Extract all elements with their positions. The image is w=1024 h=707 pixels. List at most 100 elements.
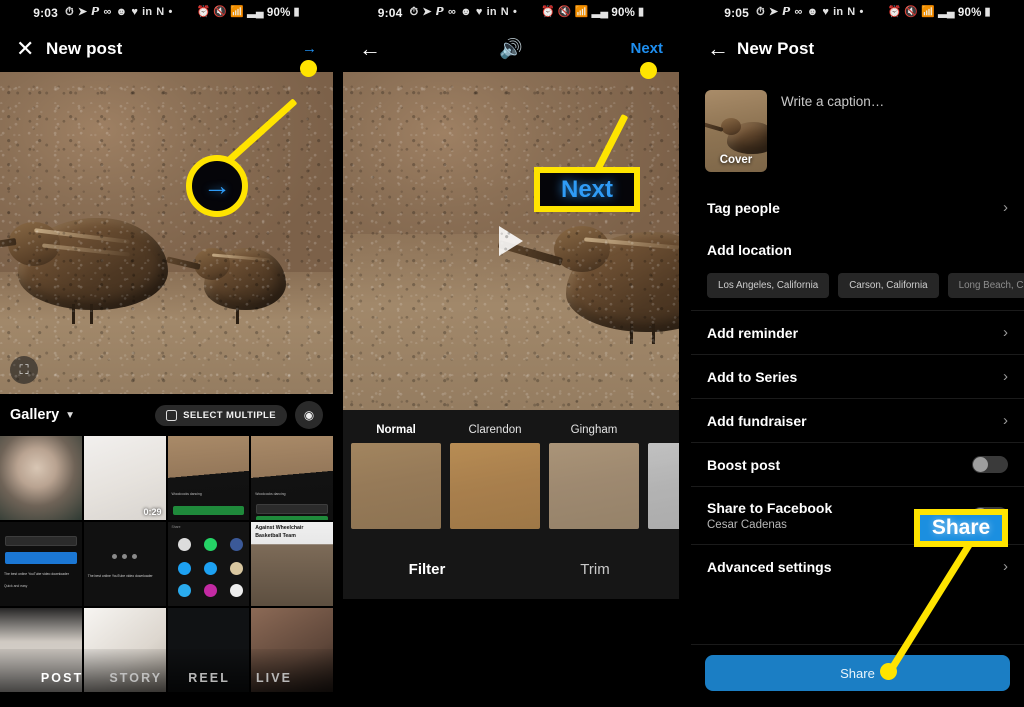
- filter-strip: Normal Clarendon Gingham Moon Filter: [343, 410, 679, 599]
- alarm-clock-icon: ⏰: [541, 7, 555, 18]
- expand-icon[interactable]: ⛶: [10, 356, 38, 384]
- tab-trim[interactable]: Trim: [511, 561, 679, 578]
- mode-tab-live[interactable]: LIVE: [256, 671, 292, 685]
- chevron-right-icon: ›: [1003, 412, 1008, 429]
- location-chip[interactable]: Carson, California: [838, 273, 938, 298]
- gallery-thumb[interactable]: The best online YouTube video downloader…: [0, 522, 82, 606]
- filter-preview: [648, 443, 679, 529]
- compose-form: Cover Write a caption… Tag people › Add …: [691, 72, 1024, 588]
- filter-preview: [351, 443, 441, 529]
- gallery-thumb[interactable]: Woodcocks dancing: [168, 436, 250, 520]
- gallery-thumb[interactable]: The best online YouTube video downloader: [84, 522, 166, 606]
- tab-filter[interactable]: Filter: [343, 561, 511, 578]
- mode-tab-post[interactable]: POST: [41, 671, 83, 685]
- mute-icon: 🔇: [558, 7, 572, 18]
- mode-tab-story[interactable]: STORY: [109, 671, 162, 685]
- gallery-bar: Gallery ▼ SELECT MULTIPLE ◉: [0, 394, 333, 436]
- row-boost-post[interactable]: Boost post: [691, 442, 1024, 486]
- netflix-icon: N: [847, 7, 855, 18]
- share-to-facebook-toggle[interactable]: [972, 507, 1008, 524]
- cover-thumbnail[interactable]: Cover: [705, 90, 767, 172]
- video-preview[interactable]: [343, 72, 679, 410]
- bird-chick: [182, 234, 292, 326]
- multi-select-icon: [166, 410, 177, 421]
- page-title: New post: [46, 39, 122, 59]
- wifi-icon: 📶: [921, 7, 935, 18]
- filter-preview: [549, 443, 639, 529]
- selected-media-preview[interactable]: ⛶: [0, 72, 333, 394]
- camera-icon[interactable]: ◉: [295, 401, 323, 429]
- filter-option[interactable]: Gingham: [549, 424, 639, 529]
- battery-percent: 90%: [958, 7, 982, 19]
- gallery-thumb[interactable]: Share: [168, 522, 250, 606]
- row-share-to-facebook[interactable]: Share to Facebook Cesar Cadenas: [691, 486, 1024, 544]
- row-sublabel: Cesar Cadenas: [707, 519, 832, 531]
- arrow-back-icon[interactable]: ←: [707, 38, 737, 60]
- select-multiple-button[interactable]: SELECT MULTIPLE: [155, 405, 287, 426]
- share-button[interactable]: Share: [705, 655, 1010, 691]
- filter-label: Clarendon: [450, 424, 540, 436]
- row-add-fundraiser[interactable]: Add fundraiser ›: [691, 398, 1024, 442]
- netflix-icon: N: [156, 7, 164, 18]
- chevron-right-icon: ›: [1003, 199, 1008, 216]
- status-time: 9:04: [378, 6, 403, 20]
- gallery-thumb[interactable]: 0:29: [84, 436, 166, 520]
- mode-tab-reel[interactable]: REEL: [188, 671, 230, 685]
- location-chip[interactable]: Long Beach, California: [948, 273, 1024, 298]
- heart-icon: ♥: [476, 7, 483, 18]
- chain-icon: ∞: [448, 7, 456, 18]
- tutorial-screenshot: 9:03 ⏱ ➤ 𝙋 ∞ ☻ ♥ in N • ⏰ 🔇 📶 ▂▄ 90% ▮: [0, 0, 1024, 707]
- battery-icon: ▮: [985, 7, 991, 18]
- cover-label: Cover: [705, 154, 767, 166]
- panel-compose-post: 9:05 ⏱ ➤ 𝙋 ∞ ☻ ♥ in N • ⏰ 🔇 📶 ▂▄ 90% ▮: [691, 0, 1024, 707]
- row-add-reminder[interactable]: Add reminder ›: [691, 310, 1024, 354]
- caption-row[interactable]: Cover Write a caption…: [691, 78, 1024, 186]
- editor-tool-tabs: Filter Trim: [343, 539, 679, 599]
- speaker-icon[interactable]: 🔊: [499, 37, 523, 61]
- gallery-thumb[interactable]: [0, 436, 82, 520]
- play-icon[interactable]: [499, 226, 523, 256]
- filter-preview: [450, 443, 540, 529]
- bird-adult: [8, 200, 178, 320]
- mute-icon: 🔇: [213, 7, 227, 18]
- row-label: Advanced settings: [707, 559, 831, 575]
- row-add-to-series[interactable]: Add to Series ›: [691, 354, 1024, 398]
- account-icon: ☻: [460, 7, 472, 18]
- row-advanced-settings[interactable]: Advanced settings ›: [691, 544, 1024, 588]
- gallery-selector[interactable]: Gallery ▼: [10, 407, 75, 423]
- arrow-right-icon[interactable]: →: [302, 41, 317, 56]
- status-notification-icons: ⏱ ➤ 𝙋 ∞ ☻ ♥ in N •: [756, 7, 863, 18]
- status-system-icons: ⏰ 🔇 📶 ▂▄ 90% ▮: [197, 7, 300, 19]
- row-label: Add fundraiser: [707, 413, 807, 429]
- share-bar: Share: [691, 644, 1024, 707]
- filter-option[interactable]: Moon: [648, 424, 679, 529]
- battery-percent: 90%: [267, 7, 291, 19]
- row-tag-people[interactable]: Tag people ›: [691, 186, 1024, 229]
- next-button[interactable]: Next: [630, 40, 663, 57]
- close-icon[interactable]: ✕: [16, 38, 46, 60]
- battery-percent: 90%: [611, 7, 635, 19]
- gallery-thumb[interactable]: Woodcocks dancing: [251, 436, 333, 520]
- app-bar: ← 🔊 Next: [343, 25, 679, 72]
- filter-list[interactable]: Normal Clarendon Gingham Moon: [343, 410, 679, 539]
- linkedin-icon: in: [487, 7, 497, 18]
- app-bar: ✕ New post →: [0, 25, 333, 72]
- dot-icon: •: [513, 7, 517, 18]
- panel-new-post-gallery: 9:03 ⏱ ➤ 𝙋 ∞ ☻ ♥ in N • ⏰ 🔇 📶 ▂▄ 90% ▮: [0, 0, 333, 707]
- status-notification-icons: ⏱ ➤ 𝙋 ∞ ☻ ♥ in N •: [65, 7, 172, 18]
- heart-icon: ♥: [131, 7, 138, 18]
- telegram-icon: ➤: [78, 7, 87, 18]
- caption-input[interactable]: Write a caption…: [781, 90, 884, 172]
- location-chip[interactable]: Los Angeles, California: [707, 273, 829, 298]
- arrow-back-icon[interactable]: ←: [359, 38, 389, 60]
- row-add-location[interactable]: Add location: [691, 229, 1024, 271]
- boost-post-toggle[interactable]: [972, 456, 1008, 473]
- chevron-down-icon: ▼: [65, 410, 75, 421]
- alarm-icon: ⏱: [410, 7, 419, 18]
- row-label: Add location: [707, 242, 792, 258]
- filter-option[interactable]: Clarendon: [450, 424, 540, 529]
- chain-icon: ∞: [795, 7, 803, 18]
- gallery-thumb[interactable]: Against Wheelchair Basketball Team: [251, 522, 333, 606]
- filter-option[interactable]: Normal: [351, 424, 441, 529]
- heart-icon: ♥: [822, 7, 829, 18]
